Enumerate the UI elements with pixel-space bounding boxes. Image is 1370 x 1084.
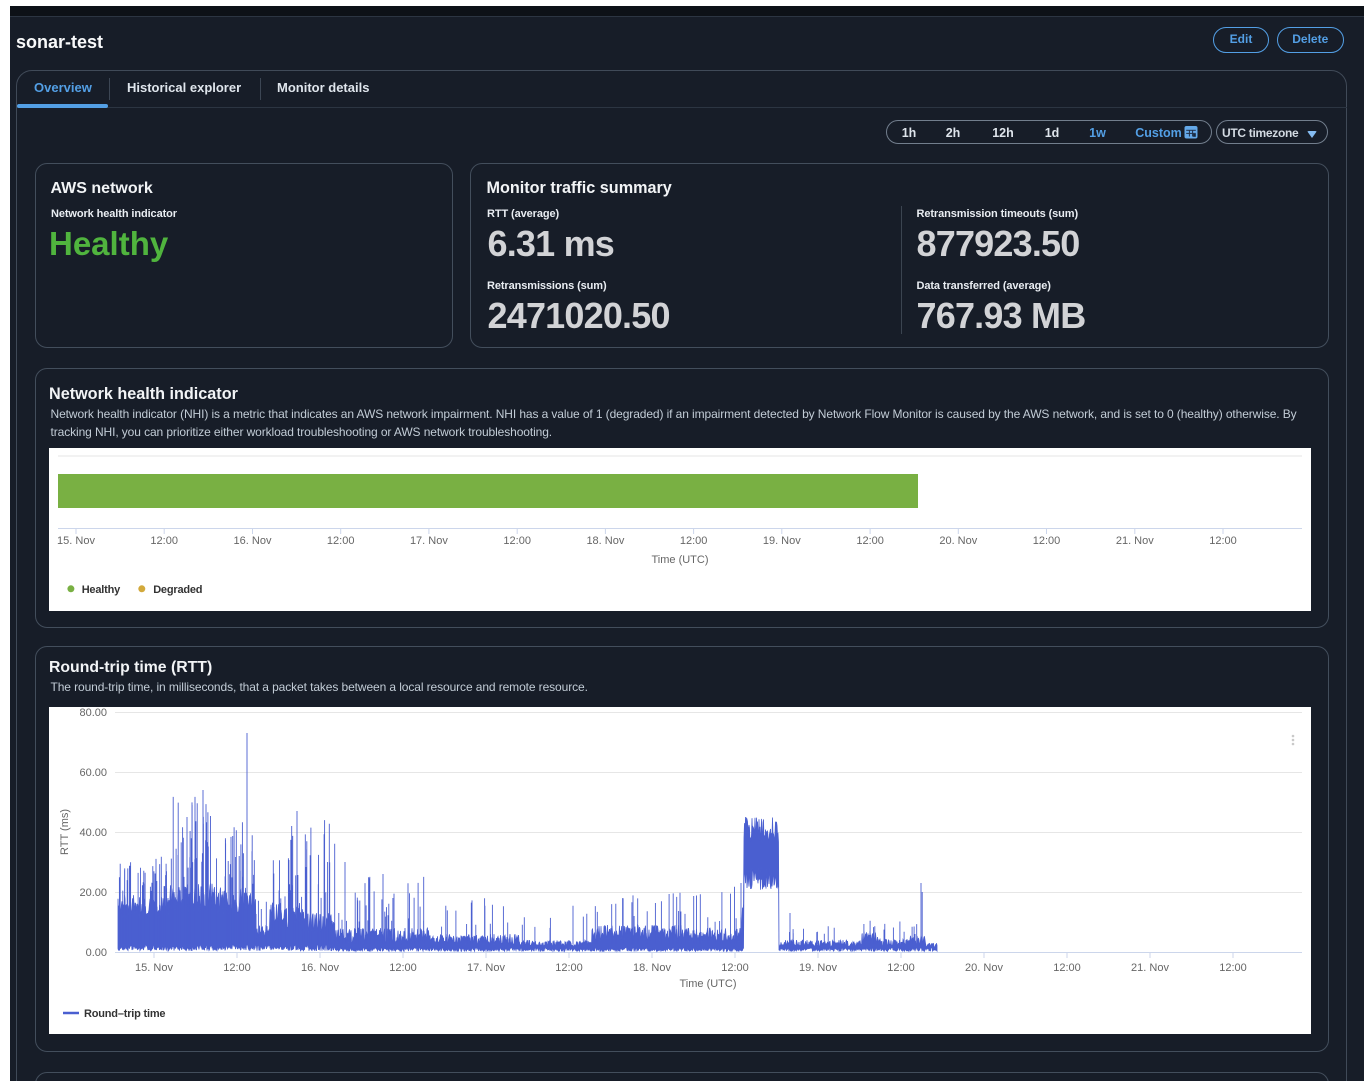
svg-text:19. Nov: 19. Nov [799, 962, 837, 974]
svg-text:21. Nov: 21. Nov [1116, 535, 1154, 547]
svg-text:12:00: 12:00 [327, 535, 355, 547]
svg-text:20. Nov: 20. Nov [965, 962, 1003, 974]
svg-text:12:00: 12:00 [150, 535, 178, 547]
svg-text:12:00: 12:00 [503, 535, 531, 547]
svg-text:12:00: 12:00 [555, 962, 583, 974]
svg-text:12:00: 12:00 [389, 962, 417, 974]
svg-text:12:00: 12:00 [1033, 535, 1061, 547]
svg-text:12:00: 12:00 [1053, 962, 1081, 974]
svg-text:12:00: 12:00 [887, 962, 915, 974]
svg-text:16. Nov: 16. Nov [234, 535, 272, 547]
svg-text:20.00: 20.00 [79, 887, 107, 899]
svg-text:Degraded: Degraded [153, 584, 202, 596]
svg-text:17. Nov: 17. Nov [410, 535, 448, 547]
svg-text:12:00: 12:00 [680, 535, 708, 547]
svg-text:Time (UTC): Time (UTC) [651, 554, 708, 566]
svg-text:20. Nov: 20. Nov [939, 535, 977, 547]
svg-text:60.00: 60.00 [79, 767, 107, 779]
svg-text:0.00: 0.00 [86, 947, 107, 959]
svg-text:21. Nov: 21. Nov [1131, 962, 1169, 974]
svg-text:Time (UTC): Time (UTC) [679, 978, 736, 990]
svg-text:16. Nov: 16. Nov [301, 962, 339, 974]
svg-text:18. Nov: 18. Nov [586, 535, 624, 547]
svg-text:Round–trip time: Round–trip time [84, 1008, 165, 1020]
svg-text:18. Nov: 18. Nov [633, 962, 671, 974]
svg-text:17. Nov: 17. Nov [467, 962, 505, 974]
svg-text:15. Nov: 15. Nov [57, 535, 95, 547]
svg-text:15. Nov: 15. Nov [135, 962, 173, 974]
svg-text:12:00: 12:00 [721, 962, 749, 974]
svg-text:12:00: 12:00 [1209, 535, 1237, 547]
svg-text:19. Nov: 19. Nov [763, 535, 801, 547]
svg-text:80.00: 80.00 [79, 707, 107, 719]
svg-text:12:00: 12:00 [1219, 962, 1247, 974]
svg-text:12:00: 12:00 [223, 962, 251, 974]
svg-text:Healthy: Healthy [82, 584, 121, 596]
svg-text:12:00: 12:00 [856, 535, 884, 547]
svg-text:40.00: 40.00 [79, 827, 107, 839]
svg-text:RTT (ms): RTT (ms) [59, 809, 71, 855]
